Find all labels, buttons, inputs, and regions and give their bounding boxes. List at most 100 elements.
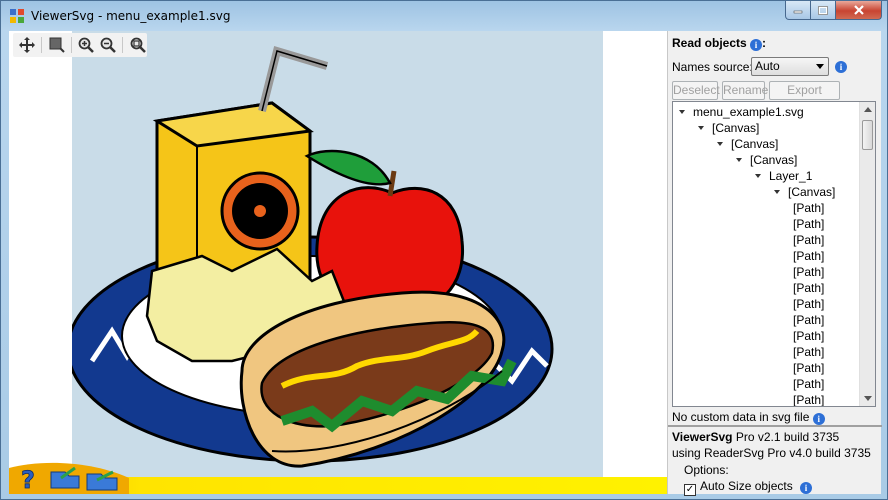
expand-triangle-icon[interactable] [736,158,742,162]
window-controls [785,1,882,21]
tree-item-label: [Canvas] [712,121,760,135]
chevron-down-icon [816,64,824,69]
expand-triangle-icon[interactable] [774,190,780,194]
toolbar-divider [122,37,123,53]
maximize-button[interactable] [811,1,836,20]
auto-size-row: ✓ Auto Size objects i [684,479,813,496]
tree-item[interactable]: [Path] [793,280,824,296]
custom-data-row: No custom data in svg file i [672,410,825,425]
objects-tree[interactable]: menu_example1.svg [Canvas] [Canvas] [Canvas… [672,101,876,407]
names-source-select[interactable]: Auto [751,57,829,76]
tree-item-label: [Path] [793,393,825,407]
tree-item[interactable]: [Path] [793,216,824,232]
move-icon [18,37,35,53]
tree-item[interactable]: menu_example1.svg [679,104,804,120]
tree-item[interactable]: [Path] [793,344,824,360]
tree-item[interactable]: [Path] [793,392,825,407]
rename-button[interactable]: Rename [722,81,768,100]
export-image-button[interactable]: Export image [769,81,840,114]
expand-triangle-icon[interactable] [755,174,761,178]
tree-item[interactable]: [Path] [793,200,824,216]
tree-item-label: [Path] [793,233,825,247]
auto-size-checkbox[interactable]: ✓ [684,484,696,496]
reader-info: using ReaderSvg Pro v4.0 build 3735 [672,446,871,460]
tree-item[interactable]: Layer_1 [755,168,812,184]
tree-item[interactable]: [Path] [793,312,824,328]
zoom-fit-icon [130,37,146,53]
tree-item-label: [Path] [793,281,825,295]
zoom-fit-button[interactable] [128,35,147,55]
deselect-button[interactable]: Deselect [672,81,720,100]
expand-triangle-icon[interactable] [717,142,723,146]
tree-item[interactable]: [Path] [793,360,824,376]
panel-divider [668,425,882,427]
food-illustration [66,45,554,468]
tree-item[interactable]: [Canvas] [698,120,759,136]
client-area: ? Read objects i: Names source: Auto i D… [9,31,882,496]
product-info: ViewerSvg Pro v2.1 build 3735 [672,430,839,444]
names-source-label: Names source: [672,60,753,74]
tree-item[interactable]: [Canvas] [736,152,797,168]
tree-item-label: menu_example1.svg [693,105,804,119]
tree-item-label: [Path] [793,265,825,279]
tree-item[interactable]: [Canvas] [717,136,778,152]
toolbar-divider [71,37,72,53]
auto-size-label: Auto Size objects [700,479,793,493]
tree-item-label: [Path] [793,217,825,231]
info-icon[interactable]: i [750,39,763,51]
tree-item-label: [Canvas] [788,185,836,199]
tree-item-label: [Path] [793,201,825,215]
custom-data-info-icon[interactable]: i [812,413,825,425]
tree-item[interactable]: [Path] [793,232,824,248]
tree-item-label: [Canvas] [750,153,798,167]
tree-item-label: [Path] [793,361,825,375]
move-button[interactable] [17,35,36,55]
tree-item[interactable]: [Path] [793,264,824,280]
scroll-thumb[interactable] [862,120,873,150]
svg-text:?: ? [21,466,35,494]
svg-image[interactable] [66,31,603,481]
select-button[interactable] [47,35,66,55]
tree-item-label: [Canvas] [731,137,779,151]
maximize-icon [818,5,828,15]
read-objects-heading: Read objects i: [672,36,766,51]
title-bar[interactable]: ViewerSvg - menu_example1.svg [1,1,887,31]
tree-item-label: [Path] [793,329,825,343]
tree-item[interactable]: [Canvas] [774,184,835,200]
canvas-toolbar [13,33,147,57]
tree-item[interactable]: [Path] [793,328,824,344]
expand-triangle-icon[interactable] [698,126,704,130]
help-icon[interactable]: ? [21,466,36,494]
tree-item-label: [Path] [793,377,825,391]
svg-canvas[interactable]: ? [9,31,667,494]
tree-item[interactable]: [Path] [793,248,824,264]
zoom-in-icon [79,37,95,53]
footer-toolbar: ? [9,462,129,494]
app-window: ViewerSvg - menu_example1.svg ? Read obj… [0,0,888,500]
tree-item-label: Layer_1 [769,169,813,183]
tree-item-label: [Path] [793,249,825,263]
zoom-in-button[interactable] [77,35,96,55]
window-title: ViewerSvg - menu_example1.svg [31,9,231,23]
close-icon [853,5,864,15]
app-icon [10,9,24,23]
tree-item[interactable]: [Path] [793,376,824,392]
minimize-icon [793,10,803,14]
objects-panel: Read objects i: Names source: Auto i Des… [667,31,882,496]
scroll-down-icon[interactable] [864,396,872,401]
tree-item-label: [Path] [793,345,825,359]
read-objects-label: Read objects [672,36,747,50]
tree-scrollbar[interactable] [859,102,875,406]
minimize-button[interactable] [785,1,811,20]
scroll-up-icon[interactable] [864,107,872,112]
expand-triangle-icon[interactable] [679,110,685,114]
product-version: Pro v2.1 build 3735 [735,430,840,444]
names-source-info-icon[interactable]: i [835,61,847,73]
tree-item[interactable]: [Path] [793,296,824,312]
close-button[interactable] [836,1,882,20]
options-label: Options: [684,463,729,477]
zoom-out-icon [100,37,116,53]
zoom-out-button[interactable] [98,35,117,55]
auto-size-info-icon[interactable]: i [800,482,813,494]
tree-item-label: [Path] [793,297,825,311]
